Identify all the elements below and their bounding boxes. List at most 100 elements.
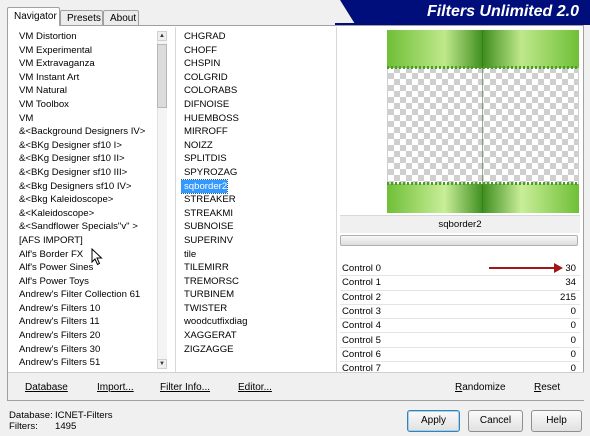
- filter-item[interactable]: TREMORSC: [181, 275, 239, 289]
- filter-item[interactable]: SUBNOISE: [181, 220, 234, 234]
- category-item[interactable]: [AFS IMPORT]: [14, 234, 164, 248]
- tab-presets[interactable]: Presets: [60, 10, 103, 26]
- help-button[interactable]: Help: [531, 410, 582, 432]
- scroll-down-arrow-icon[interactable]: ▼: [157, 359, 167, 369]
- control-value[interactable]: 30: [565, 263, 576, 274]
- controls-table: Control 0 30 Control 1 34 Control 2 215 Contro…: [340, 262, 580, 377]
- category-item[interactable]: &<Background Designers IV>: [14, 125, 164, 139]
- filters-label: Filters:: [9, 421, 38, 432]
- preview-border-bottom: [387, 184, 579, 213]
- filter-item[interactable]: ZIGZAGGE: [181, 343, 234, 357]
- category-item[interactable]: VM Extravaganza: [14, 57, 164, 71]
- preview-dots-bottom: [387, 182, 579, 185]
- category-item[interactable]: VM Distortion: [14, 30, 164, 44]
- filter-item[interactable]: COLGRID: [181, 71, 228, 85]
- category-item[interactable]: Andrew's Filters 11: [14, 315, 164, 329]
- control-value[interactable]: 0: [571, 320, 576, 331]
- selected-filter-name: sqborder2: [340, 215, 580, 233]
- tab-navigator[interactable]: Navigator: [7, 7, 60, 26]
- reset-button[interactable]: Reset: [534, 382, 560, 393]
- control-value[interactable]: 34: [565, 277, 576, 288]
- category-item[interactable]: Alf's Border FX: [14, 248, 164, 262]
- cancel-button[interactable]: Cancel: [468, 410, 523, 432]
- preview-dots-top: [387, 66, 579, 69]
- category-item[interactable]: &<Sandflower Specials"v" >: [14, 220, 164, 234]
- list-divider: [175, 27, 176, 372]
- category-item[interactable]: Andrew's Filters 51: [14, 356, 164, 370]
- filter-item[interactable]: STREAKMI: [181, 207, 233, 221]
- category-item[interactable]: VM: [14, 112, 164, 126]
- filter-item[interactable]: woodcutfixdiag: [181, 315, 247, 329]
- control-row[interactable]: Control 3 0: [340, 305, 580, 320]
- control-row[interactable]: Control 0 30: [340, 262, 580, 277]
- filter-item[interactable]: SUPERINV: [181, 234, 233, 248]
- control-value[interactable]: 0: [571, 335, 576, 346]
- category-item[interactable]: Andrew's Filters 30: [14, 343, 164, 357]
- filter-item[interactable]: TURBINEM: [181, 288, 234, 302]
- filter-item[interactable]: SPLITDIS: [181, 152, 227, 166]
- control-label: Control 5: [342, 334, 381, 346]
- filters-count: 1495: [55, 421, 77, 432]
- editor-button[interactable]: Editor...: [238, 382, 272, 393]
- database-value: ICNET-Filters: [55, 410, 113, 421]
- category-item[interactable]: &<Bkg Kaleidoscope>: [14, 193, 164, 207]
- control-value[interactable]: 0: [571, 349, 576, 360]
- control-label: Control 1: [342, 277, 381, 289]
- control-row[interactable]: Control 5 0: [340, 334, 580, 348]
- category-item[interactable]: &<Kaleidoscope>: [14, 207, 164, 221]
- filter-item[interactable]: MIRROFF: [181, 125, 228, 139]
- filter-item[interactable]: CHOFF: [181, 44, 227, 58]
- filter-item[interactable]: STREAKER: [181, 193, 236, 207]
- filter-item[interactable]: XAGGERAT: [181, 329, 237, 343]
- filter-item[interactable]: NOIZZ: [181, 139, 227, 153]
- control-value[interactable]: 215: [560, 292, 576, 303]
- filter-item[interactable]: tile: [181, 248, 227, 262]
- filter-item[interactable]: sqborder2: [181, 178, 228, 195]
- mouse-cursor-icon: [91, 248, 103, 266]
- control-value[interactable]: 0: [571, 306, 576, 317]
- control-label: Control 3: [342, 305, 381, 317]
- filter-item[interactable]: DIFNOISE: [181, 98, 229, 112]
- category-item[interactable]: VM Instant Art: [14, 71, 164, 85]
- list-divider: [336, 27, 337, 372]
- scroll-thumb[interactable]: [157, 44, 167, 108]
- control-label: Control 0: [342, 263, 381, 274]
- control-row[interactable]: Control 2 215: [340, 291, 580, 305]
- category-item[interactable]: &<BKg Designer sf10 II>: [14, 152, 164, 166]
- category-item[interactable]: VM Toolbox: [14, 98, 164, 112]
- category-item[interactable]: &<BKg Designer sf10 III>: [14, 166, 164, 180]
- control-label: Control 2: [342, 291, 381, 303]
- control-row[interactable]: Control 1 34: [340, 276, 580, 291]
- filter-item[interactable]: TWISTER: [181, 302, 227, 316]
- randomize-button[interactable]: Randomize: [455, 382, 506, 393]
- progress-bar: [340, 235, 578, 246]
- category-item[interactable]: Alf's Power Toys: [14, 275, 164, 289]
- filter-item[interactable]: COLORABS: [181, 84, 237, 98]
- category-item[interactable]: Andrew's Filters 10: [14, 302, 164, 316]
- filter-item[interactable]: HUEMBOSS: [181, 112, 239, 126]
- filter-item[interactable]: SPYROZAG: [181, 166, 237, 180]
- filter-list[interactable]: CHGRAD CHOFF CHSPIN COLGRID COLORABS DIFNOISE…: [181, 30, 331, 370]
- arrow-head-icon: [554, 263, 563, 273]
- filter-item[interactable]: TILEMIRR: [181, 261, 229, 275]
- control-row[interactable]: Control 4 0: [340, 319, 580, 334]
- scroll-up-arrow-icon[interactable]: ▲: [157, 31, 167, 41]
- filter-item[interactable]: CHGRAD: [181, 30, 227, 44]
- category-item[interactable]: Alf's Power Sines: [14, 261, 164, 275]
- category-item[interactable]: &<Bkg Designers sf10 IV>: [14, 180, 164, 194]
- category-item[interactable]: Andrew's Filter Collection 61: [14, 288, 164, 302]
- database-label: Database:: [9, 410, 53, 421]
- category-list[interactable]: VM Distortion VM Experimental VM Extravaga…: [14, 30, 164, 370]
- category-item[interactable]: Andrew's Filters 20: [14, 329, 164, 343]
- control-row[interactable]: Control 6 0: [340, 348, 580, 363]
- filter-item[interactable]: CHSPIN: [181, 57, 227, 71]
- control-label: Control 6: [342, 348, 381, 360]
- import-button[interactable]: Import...: [97, 382, 134, 393]
- category-item[interactable]: &<BKg Designer sf10 I>: [14, 139, 164, 153]
- database-button[interactable]: Database: [25, 382, 68, 393]
- filter-info-button[interactable]: Filter Info...: [160, 382, 210, 393]
- category-item[interactable]: VM Natural: [14, 84, 164, 98]
- category-item[interactable]: VM Experimental: [14, 44, 164, 58]
- apply-button[interactable]: Apply: [407, 410, 460, 432]
- tab-about[interactable]: About: [103, 10, 139, 26]
